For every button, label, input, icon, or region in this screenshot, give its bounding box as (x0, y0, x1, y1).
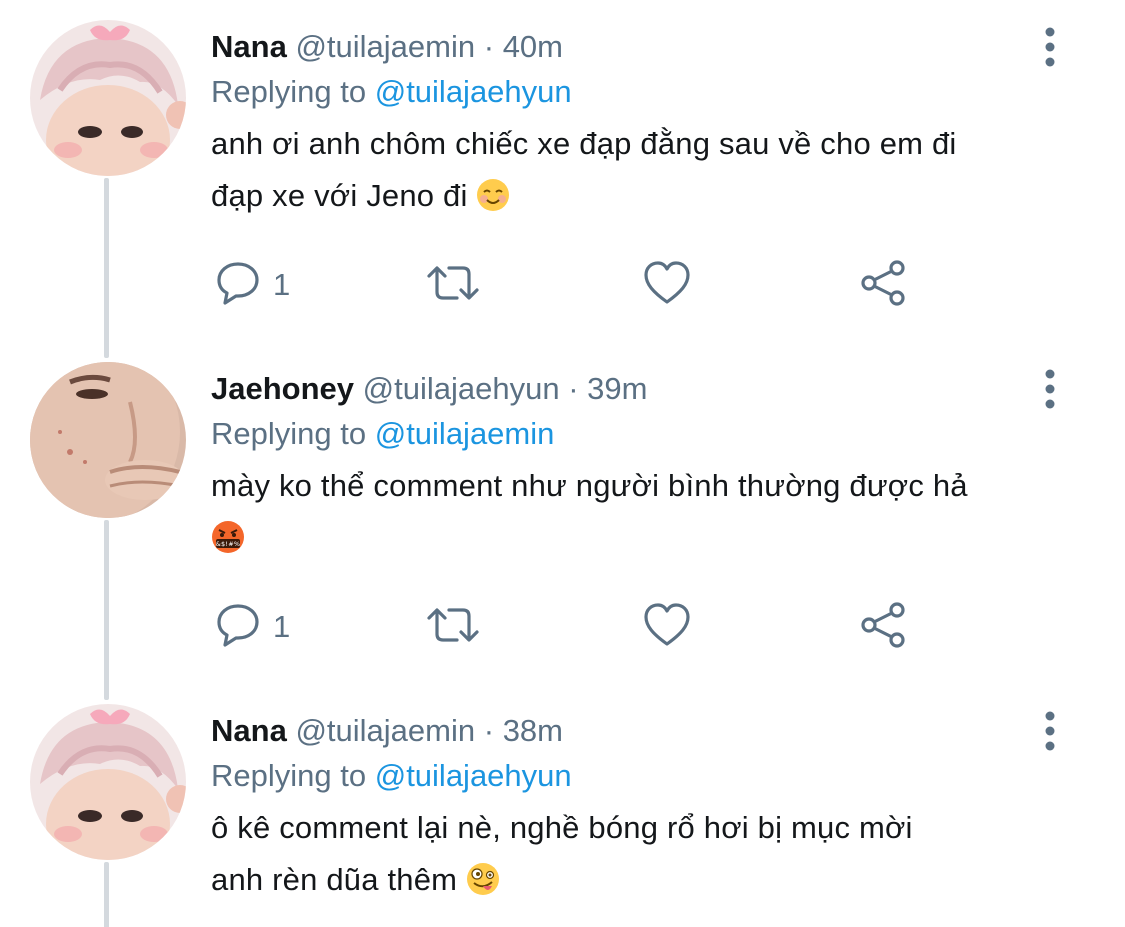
retweet-icon (425, 260, 481, 311)
tweet-header: Nana @tuilajaemin · 38m (211, 711, 1065, 751)
retweet-icon (425, 602, 481, 653)
separator-dot: · (483, 29, 495, 64)
avatar[interactable] (30, 20, 186, 176)
more-vertical-icon[interactable] (1043, 711, 1057, 751)
tweet-text: mày ko thể comment như người bình thường… (211, 460, 1065, 570)
user-handle[interactable]: @tuilajaehyun (363, 371, 560, 406)
replying-to-handle[interactable]: @tuilajaehyun (375, 758, 572, 793)
replying-to-handle[interactable]: @tuilajaehyun (375, 74, 572, 109)
more-vertical-icon[interactable] (1043, 369, 1057, 409)
tweet-text-line: anh ơi anh chôm chiếc xe đạp đằng sau về… (211, 126, 957, 161)
reply-icon (215, 260, 261, 311)
retweet-button[interactable] (425, 602, 481, 652)
replying-to-handle[interactable]: @tuilajaemin (375, 416, 555, 451)
reply-thread: Nana @tuilajaemin · 40m Replying to @tui… (0, 0, 1125, 927)
timestamp[interactable]: 40m (503, 29, 563, 64)
tweet-actions: 1 (211, 259, 911, 312)
user-handle[interactable]: @tuilajaemin (295, 713, 475, 748)
tweet[interactable]: Jaehoney @tuilajaehyun · 39m Replying to… (0, 340, 1125, 682)
reply-button[interactable]: 1 (215, 260, 290, 310)
share-icon (859, 259, 907, 312)
heart-icon (643, 602, 691, 653)
user-handle[interactable]: @tuilajaemin (295, 29, 475, 64)
tweet-text-line: đạp xe với Jeno đi (211, 170, 1065, 228)
timestamp[interactable]: 38m (503, 713, 563, 748)
display-name[interactable]: Jaehoney (211, 371, 354, 406)
tweet[interactable]: Nana @tuilajaemin · 38m Replying to @tui… (0, 682, 1125, 927)
retweet-button[interactable] (425, 260, 481, 310)
like-button[interactable] (643, 260, 691, 310)
reply-button[interactable]: 1 (215, 602, 290, 652)
tweet-text-line: mày ko thể comment như người bình thường… (211, 468, 968, 503)
smiling-face-emoji (476, 176, 510, 228)
tweet-text-line: &$!#% (211, 512, 1065, 570)
heart-icon (643, 260, 691, 311)
more-vertical-icon[interactable] (1043, 27, 1057, 67)
tweet-content: Nana @tuilajaemin · 40m Replying to @tui… (211, 27, 1065, 228)
tweet-text: anh ơi anh chôm chiếc xe đạp đằng sau về… (211, 118, 1065, 228)
tweet-text-line: ô kê comment lại nè, nghề bóng rổ hơi bị… (211, 810, 913, 845)
reply-icon (215, 602, 261, 653)
separator-dot: · (483, 713, 495, 748)
tweet-text-line: anh rèn dũa thêm (211, 854, 1065, 912)
tweet-content: Nana @tuilajaemin · 38m Replying to @tui… (211, 711, 1065, 912)
tweet-header: Jaehoney @tuilajaehyun · 39m (211, 369, 1065, 409)
separator-dot: · (568, 371, 579, 406)
tweet-header: Nana @tuilajaemin · 40m (211, 27, 1065, 67)
tweet-text-segment: đạp xe với Jeno đi (211, 178, 468, 213)
replying-label: Replying to (211, 416, 367, 451)
tweet-text-segment: anh rèn dũa thêm (211, 862, 458, 897)
cursing-face-emoji: &$!#% (211, 518, 245, 570)
replying-label: Replying to (211, 758, 367, 793)
like-button[interactable] (643, 602, 691, 652)
reply-count: 1 (273, 267, 291, 302)
replying-to: Replying to @tuilajaemin (211, 414, 1065, 454)
avatar[interactable] (30, 362, 186, 518)
tweet-actions: 1 (211, 601, 911, 654)
avatar[interactable] (30, 704, 186, 860)
reply-count: 1 (273, 609, 291, 644)
timestamp[interactable]: 39m (587, 371, 647, 406)
replying-to: Replying to @tuilajaehyun (211, 756, 1065, 796)
cursing-symbols: &$!#% (216, 540, 240, 548)
tweet-content: Jaehoney @tuilajaehyun · 39m Replying to… (211, 369, 1065, 570)
zany-face-emoji (466, 860, 500, 912)
tweet-text: ô kê comment lại nè, nghề bóng rổ hơi bị… (211, 802, 1065, 912)
replying-label: Replying to (211, 74, 367, 109)
share-icon (859, 601, 907, 654)
tweet[interactable]: Nana @tuilajaemin · 40m Replying to @tui… (0, 0, 1125, 340)
display-name[interactable]: Nana (211, 713, 287, 748)
share-button[interactable] (859, 259, 907, 312)
replying-to: Replying to @tuilajaehyun (211, 72, 1065, 112)
display-name[interactable]: Nana (211, 29, 287, 64)
share-button[interactable] (859, 601, 907, 654)
